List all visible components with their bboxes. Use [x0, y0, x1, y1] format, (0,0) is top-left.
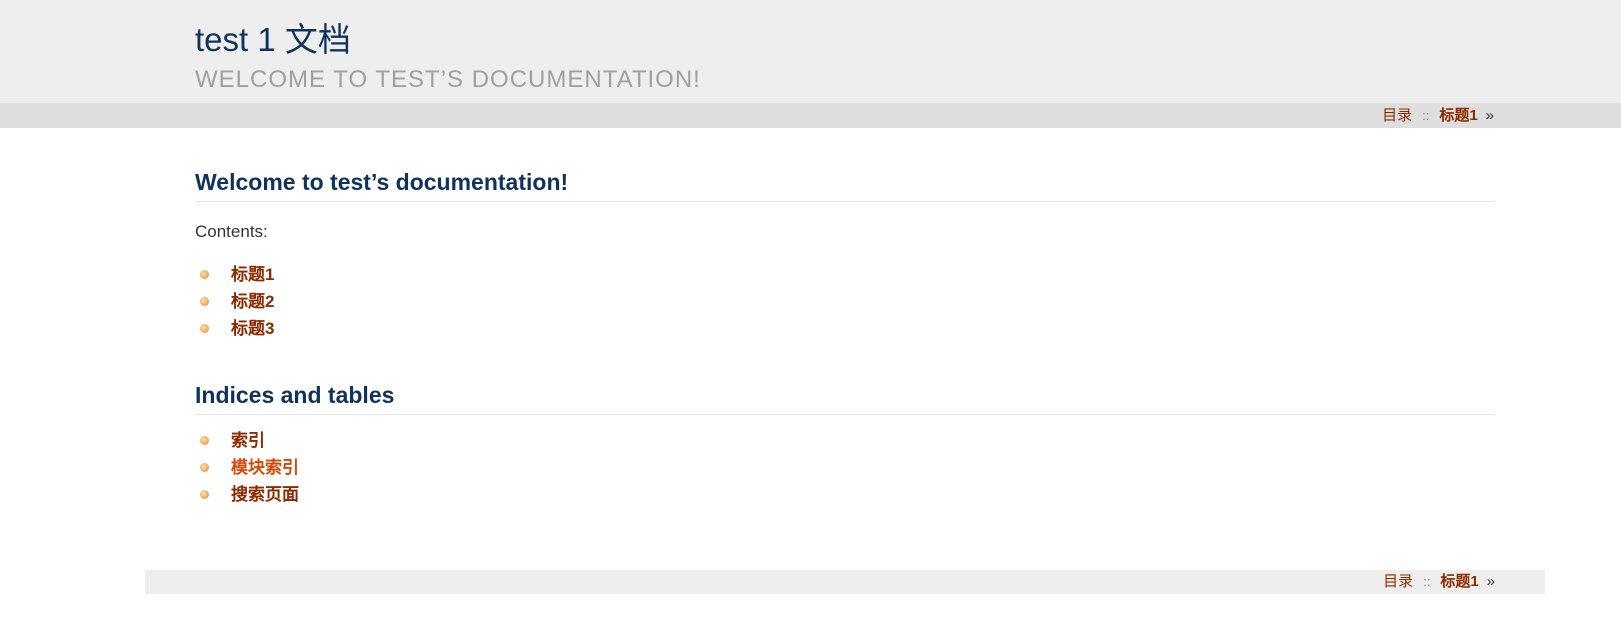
nav-separator: ::	[1423, 574, 1431, 589]
bullet-icon	[200, 490, 209, 499]
site-title: test 1 文档	[195, 21, 351, 58]
list-item: 标题1	[195, 261, 274, 288]
nav-separator: ::	[1422, 108, 1430, 123]
bullet-icon	[200, 324, 209, 333]
bullet-icon	[200, 463, 209, 472]
genindex-link[interactable]: 索引	[231, 431, 265, 450]
toc-link[interactable]: 目录	[1383, 573, 1413, 590]
list-item: 标题2	[195, 288, 274, 315]
toc-link-3[interactable]: 标题3	[231, 319, 274, 338]
list-item: 标题3	[195, 315, 274, 342]
bullet-icon	[200, 270, 209, 279]
list-item: 索引	[195, 427, 299, 454]
bullet-icon	[200, 297, 209, 306]
list-item: 模块索引	[195, 454, 299, 481]
toc-link-2[interactable]: 标题2	[231, 292, 274, 311]
bottom-navbar: 目录:: 标题1 »	[145, 570, 1545, 594]
toc-link[interactable]: 目录	[1382, 107, 1412, 124]
next-arrow-icon: »	[1485, 107, 1494, 124]
indices-list: 索引 模块索引 搜索页面	[195, 427, 299, 508]
top-navbar: 目录:: 标题1 »	[0, 103, 1621, 128]
next-arrow-icon: »	[1486, 573, 1495, 590]
toc-list: 标题1 标题2 标题3	[195, 261, 274, 342]
indices-heading: Indices and tables	[195, 379, 1495, 415]
list-item: 搜索页面	[195, 481, 299, 508]
toc-link-1[interactable]: 标题1	[231, 265, 274, 284]
bottom-nav-links: 目录:: 标题1 »	[1383, 570, 1495, 594]
modindex-link[interactable]: 模块索引	[231, 458, 299, 477]
site-header: test 1 文档 WELCOME TO TEST’S DOCUMENTATIO…	[0, 0, 1621, 103]
bullet-icon	[200, 436, 209, 445]
next-page-link[interactable]: 标题1	[1440, 573, 1478, 590]
next-page-link[interactable]: 标题1	[1439, 107, 1477, 124]
page-heading: Welcome to test’s documentation!	[195, 166, 1495, 202]
top-nav-links: 目录:: 标题1 »	[1382, 103, 1494, 128]
search-page-link[interactable]: 搜索页面	[231, 485, 299, 504]
site-subtitle: WELCOME TO TEST’S DOCUMENTATION!	[195, 66, 701, 93]
contents-caption: Contents:	[195, 222, 268, 241]
